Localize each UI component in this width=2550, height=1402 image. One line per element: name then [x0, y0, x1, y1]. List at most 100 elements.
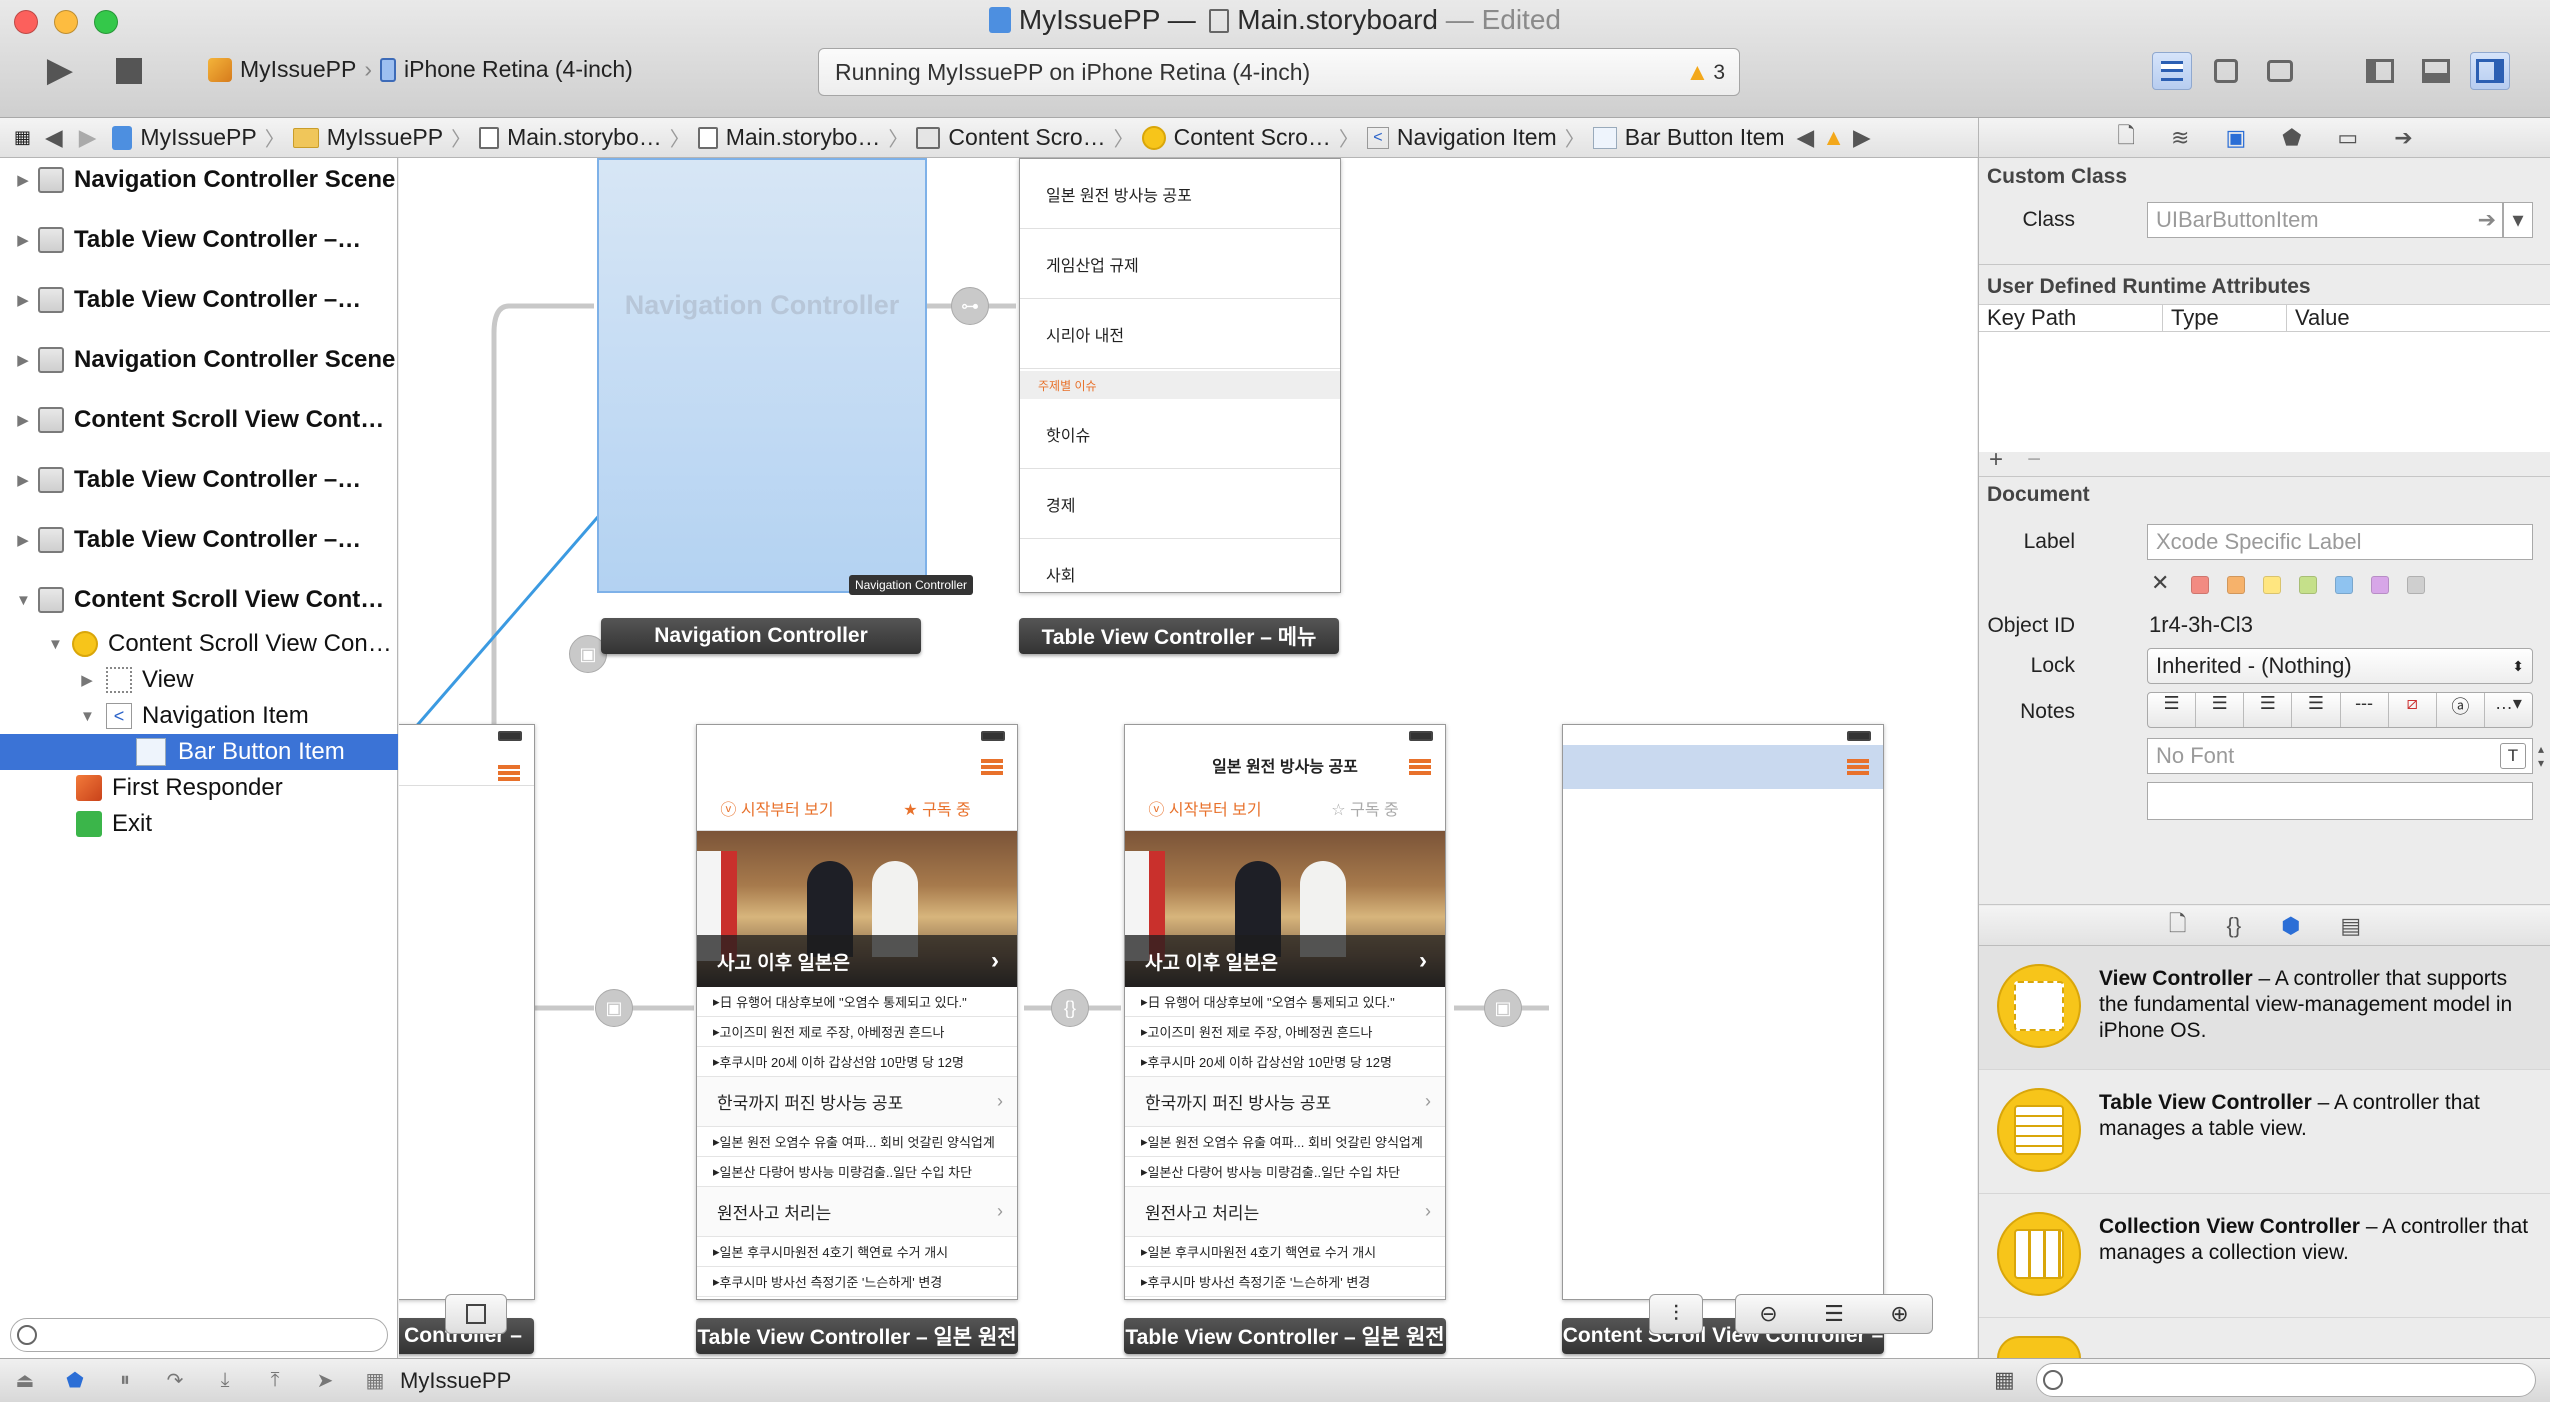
next-issue-button[interactable]: ▶	[1849, 124, 1875, 151]
label-color-swatch[interactable]	[2371, 576, 2389, 594]
outline-row-content-scroll-view-controller[interactable]: ▼ Content Scroll View Con…	[0, 626, 398, 662]
font-picker-icon[interactable]: T	[2500, 743, 2526, 769]
justify-icon[interactable]: ☰	[2292, 693, 2341, 727]
version-editor-button[interactable]	[2260, 52, 2300, 90]
outline-row-table-view-controller-scene[interactable]: ▶ Table View Controller –…	[0, 222, 398, 258]
outline-row-content-scroll-view-controller-scene[interactable]: ▼ Content Scroll View Cont…	[0, 582, 398, 618]
segue-icon[interactable]: ▣	[595, 989, 633, 1027]
crumb-project[interactable]: MyIssuePP	[104, 124, 264, 151]
add-attribute-button[interactable]: +	[1989, 446, 2003, 474]
assistant-editor-button[interactable]	[2206, 52, 2246, 90]
navigation-controller-scene[interactable]: Navigation Controller Navigation Control…	[597, 158, 973, 595]
text-color-icon[interactable]: ⓐ	[2437, 693, 2485, 727]
issue-table-view-scene-2[interactable]: 일본 원전 방사능 공포 ⓥ 시작부터 보기 ☆ 구독 중 사고 이후 일본은 ▸…	[1124, 724, 1446, 1300]
related-items-button[interactable]: ▦	[0, 127, 37, 148]
selected-nav-bar[interactable]	[1563, 745, 1883, 789]
step-into-icon[interactable]: ⤓	[200, 1369, 250, 1392]
hide-outline-button[interactable]	[445, 1294, 507, 1334]
label-color-swatch[interactable]	[2191, 576, 2209, 594]
run-button[interactable]: ▶	[40, 50, 80, 90]
outline-row-navigation-controller-scene[interactable]: ▶ Navigation Controller Scene	[0, 342, 398, 378]
outline-row-view[interactable]: ▶ View	[0, 662, 398, 698]
goto-arrow-icon[interactable]: ➔	[2478, 207, 2496, 233]
disclosure-triangle-icon[interactable]: ▼	[80, 708, 95, 725]
notes-text-area[interactable]	[2147, 782, 2533, 820]
zoom-in-icon[interactable]: ⊕	[1890, 1301, 1908, 1327]
label-color-swatch[interactable]	[2335, 576, 2353, 594]
outline-row-first-responder[interactable]: First Responder	[0, 770, 398, 806]
more-options-icon[interactable]: …▾	[2485, 693, 2532, 727]
issue-table-view-scene[interactable]: ⓥ 시작부터 보기 ★ 구독 중 사고 이후 일본은 ▸ 日 유행어 대상후보에 …	[696, 724, 1018, 1300]
warning-indicator[interactable]: ▲ 3	[1686, 59, 1725, 87]
resolve-autolayout-button[interactable]: ⫶	[1649, 1294, 1703, 1334]
pause-icon[interactable]: ⏸	[100, 1369, 150, 1392]
align-left-icon[interactable]: ☰	[2148, 693, 2197, 727]
natural-align-icon[interactable]: ---	[2341, 693, 2389, 727]
outline-row-content-scroll-view-controller-scene[interactable]: ▶ Content Scroll View Cont…	[0, 402, 398, 438]
label-color-swatch[interactable]	[2227, 576, 2245, 594]
toggle-utilities-button[interactable]	[2470, 52, 2510, 90]
library-item-view-controller[interactable]: View Controller – A controller that supp…	[1979, 946, 2550, 1070]
clear-color-icon[interactable]: ✕	[2151, 570, 2169, 596]
quick-help-icon[interactable]: ≋	[2171, 125, 2189, 151]
label-color-swatch[interactable]	[2263, 576, 2281, 594]
align-right-icon[interactable]: ☰	[2244, 693, 2293, 727]
scene-label-menu[interactable]: Table View Controller – 메뉴	[1019, 618, 1339, 654]
disclosure-triangle-icon[interactable]: ▶	[16, 231, 30, 249]
disclosure-triangle-icon[interactable]: ▶	[16, 411, 30, 429]
class-field[interactable]: UIBarButtonItem ➔	[2147, 202, 2503, 238]
step-out-icon[interactable]: ⤒	[250, 1369, 300, 1392]
toggle-debug-area-button[interactable]	[2416, 52, 2456, 90]
font-field[interactable]: No Font T	[2147, 738, 2533, 774]
scene-label-issue-1[interactable]: Table View Controller – 일본 원전	[696, 1318, 1018, 1354]
disclosure-triangle-icon[interactable]: ▼	[48, 636, 63, 653]
scene-label-navigation-controller[interactable]: Navigation Controller	[601, 618, 921, 654]
previous-issue-button[interactable]: ◀	[1793, 124, 1819, 151]
warning-icon[interactable]: ▲	[1818, 124, 1849, 151]
xcode-label-field[interactable]: Xcode Specific Label	[2147, 524, 2533, 560]
crumb-navigation-item[interactable]: < Navigation Item	[1359, 124, 1565, 151]
font-size-stepper[interactable]: ▴ ▾	[2533, 742, 2549, 772]
crumb-storyboard-base[interactable]: Main.storybo…	[690, 124, 889, 151]
storyboard-canvas[interactable]: ▣ ⊶ ▣ {} ▣ Navigation Controller Navigat…	[399, 158, 1977, 1358]
back-button[interactable]: ◀	[37, 124, 71, 151]
library-filter-field[interactable]	[2036, 1363, 2536, 1397]
outline-row-table-view-controller-scene[interactable]: ▶ Table View Controller –…	[0, 282, 398, 318]
content-scroll-view-scene[interactable]	[1562, 724, 1884, 1300]
forward-button[interactable]: ▶	[71, 124, 105, 151]
label-color-swatch[interactable]	[2299, 576, 2317, 594]
segue-icon[interactable]: {}	[1051, 989, 1089, 1027]
outline-row-table-view-controller-scene[interactable]: ▶ Table View Controller –…	[0, 522, 398, 558]
media-library-icon[interactable]: ▤	[2340, 913, 2361, 939]
scene-label-issue-2[interactable]: Table View Controller – 일본 원전	[1124, 1318, 1446, 1354]
connections-inspector-icon[interactable]: ➔	[2394, 125, 2412, 151]
outline-row-navigation-item[interactable]: ▼ < Navigation Item	[0, 698, 398, 734]
breakpoints-toggle-icon[interactable]: ⬟	[50, 1368, 100, 1393]
file-inspector-icon[interactable]: 🗋	[2117, 119, 2135, 157]
crumb-group[interactable]: MyIssuePP	[285, 124, 451, 151]
outline-row-exit[interactable]: Exit	[0, 806, 398, 842]
library-item-collection-view-controller[interactable]: Collection View Controller – A controlle…	[1979, 1194, 2550, 1318]
object-library-icon[interactable]: ⬢	[2281, 913, 2300, 939]
crumb-bar-button-item[interactable]: Bar Button Item	[1585, 124, 1793, 151]
disclosure-triangle-icon[interactable]: ▶	[16, 171, 30, 189]
outline-row-table-view-controller-scene[interactable]: ▶ Table View Controller –…	[0, 462, 398, 498]
size-inspector-icon[interactable]: ▭	[2337, 125, 2358, 151]
location-icon[interactable]: ➤	[300, 1368, 350, 1393]
align-center-icon[interactable]: ☰	[2196, 693, 2245, 727]
stop-button[interactable]	[112, 54, 146, 88]
file-template-library-icon[interactable]: 🗋	[2169, 907, 2187, 945]
no-color-icon[interactable]: ⧄	[2389, 693, 2437, 727]
menu-table-view-scene[interactable]: 일본 원전 방사능 공포 게임산업 규제 시리아 내전 주제별 이슈 핫이슈 경…	[1019, 158, 1341, 593]
udra-table-body[interactable]	[1979, 332, 2550, 452]
disclosure-triangle-icon[interactable]: ▶	[16, 291, 30, 309]
segue-icon[interactable]: ⊶	[951, 287, 989, 325]
lock-popup[interactable]: Inherited - (Nothing) ⬍	[2147, 648, 2533, 684]
class-dropdown-button[interactable]: ▾	[2503, 202, 2533, 238]
outline-row-bar-button-item[interactable]: Bar Button Item	[0, 734, 398, 770]
attributes-inspector-icon[interactable]: ⬟	[2282, 125, 2301, 151]
list-icon[interactable]	[1847, 759, 1869, 775]
library-item-table-view-controller[interactable]: Table View Controller – A controller tha…	[1979, 1070, 2550, 1194]
code-snippet-library-icon[interactable]: {}	[2226, 913, 2241, 939]
disclosure-triangle-icon[interactable]: ▶	[16, 351, 30, 369]
